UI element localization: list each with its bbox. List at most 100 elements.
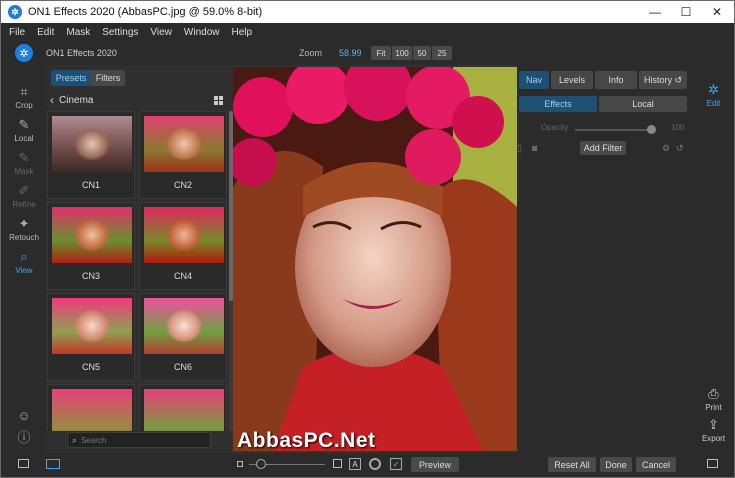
menu-help[interactable]: Help <box>231 27 252 38</box>
brush-icon: ✎ <box>18 117 30 132</box>
user-account-icon[interactable]: ☺ <box>1 409 47 425</box>
preset-thumbnail <box>52 389 132 431</box>
app-icon: ✲ <box>8 5 22 19</box>
tool-mask[interactable]: ✎ Mask <box>1 150 47 177</box>
tab-local[interactable]: Local <box>599 96 687 112</box>
text-overlay-icon[interactable]: A <box>349 458 361 470</box>
presets-grid: CN1 CN2 CN3 CN4 CN5 CN6 <box>47 111 229 431</box>
tool-retouch[interactable]: ✦ Retouch <box>1 216 47 243</box>
opacity-slider[interactable] <box>575 129 655 131</box>
menu-bar: File Edit Mask Settings View Window Help <box>1 23 734 41</box>
tab-nav[interactable]: Nav <box>519 71 549 89</box>
mask-icon[interactable]: ◙ <box>532 143 537 153</box>
menu-view[interactable]: View <box>150 27 172 38</box>
export-button[interactable]: ⇪ Export <box>693 417 734 444</box>
mask-brush-icon: ✎ <box>18 150 30 165</box>
opacity-value: 100 <box>671 123 685 132</box>
preset-cn6[interactable]: CN6 <box>139 293 227 381</box>
photo-canvas[interactable] <box>233 67 517 451</box>
zoom-fit-button[interactable]: Fit <box>371 46 391 60</box>
print-button[interactable]: ⎙ Print <box>693 386 734 413</box>
menu-file[interactable]: File <box>9 27 25 38</box>
help-icon[interactable]: ⓘ <box>1 431 47 447</box>
layout-icon[interactable] <box>46 459 60 469</box>
toggle-left-panel-icon[interactable] <box>18 459 29 468</box>
zoom-100-button[interactable]: 100 <box>392 46 412 60</box>
preset-thumbnail <box>52 116 132 172</box>
preset-cn2[interactable]: CN2 <box>139 111 227 199</box>
tool-view[interactable]: ⌕ View <box>1 249 47 276</box>
close-button[interactable]: ✕ <box>701 1 733 23</box>
search-input[interactable] <box>81 435 192 445</box>
far-right-toolbar: ✲ Edit ⎙ Print ⇪ Export <box>693 65 734 453</box>
gear-icon[interactable]: ⚙ <box>662 143 670 154</box>
menu-window[interactable]: Window <box>184 27 220 38</box>
toggle-right-panel-icon[interactable] <box>707 459 718 468</box>
cancel-button[interactable]: Cancel <box>636 457 676 472</box>
minimize-button[interactable]: — <box>639 1 671 23</box>
preset-cn8[interactable] <box>139 384 227 431</box>
preset-cn4[interactable]: CN4 <box>139 202 227 290</box>
top-toolbar: ✲ ON1 Effects 2020 Zoom 58.99 ⌄ Fit 100 … <box>1 41 734 65</box>
grid-view-icon[interactable] <box>214 96 223 105</box>
search-icon: ⌕ <box>72 434 78 445</box>
mask-view-icon[interactable] <box>369 458 381 470</box>
crop-icon: ⌗ <box>20 84 28 99</box>
preset-thumbnail <box>144 207 224 263</box>
preview-button[interactable]: Preview <box>411 457 459 472</box>
reset-icon[interactable]: ↺ <box>676 143 684 154</box>
preset-cn5[interactable]: CN5 <box>47 293 135 381</box>
search-box[interactable]: ⌕ <box>67 432 211 448</box>
large-size-icon[interactable] <box>333 459 342 468</box>
tab-presets[interactable]: Presets <box>51 70 91 86</box>
printer-icon: ⎙ <box>708 386 719 401</box>
opacity-label: Opacity <box>541 123 569 132</box>
export-icon: ⇪ <box>708 417 719 432</box>
thumbnail-size-slider-handle[interactable] <box>256 459 266 469</box>
on1-logo-icon[interactable]: ✲ <box>15 44 33 62</box>
portrait-image <box>233 67 517 451</box>
edit-module-button[interactable]: ✲ Edit <box>693 82 734 109</box>
compare-icon[interactable]: ✓ <box>390 458 402 470</box>
menu-settings[interactable]: Settings <box>102 27 138 38</box>
title-bar: ✲ ON1 Effects 2020 (AbbasPC.jpg @ 59.0% … <box>1 1 734 23</box>
view-zoom-icon: ⌕ <box>20 249 28 264</box>
tab-info[interactable]: Info <box>595 71 637 89</box>
watermark-text: AbbasPC.Net <box>237 429 376 452</box>
tab-effects[interactable]: Effects <box>519 96 597 112</box>
preset-cn3[interactable]: CN3 <box>47 202 135 290</box>
chevron-down-icon[interactable]: ⌄ <box>351 47 358 56</box>
layer-toggle-icon[interactable]: ▯ <box>517 143 522 154</box>
category-name: Cinema <box>59 94 94 106</box>
zoom-label: Zoom <box>299 48 323 58</box>
tab-history[interactable]: History ↺ <box>639 71 687 89</box>
tab-levels[interactable]: Levels <box>551 71 593 89</box>
presets-panel: Presets Filters ‹ Cinema CN1 CN2 CN3 CN4 <box>47 65 233 453</box>
opacity-slider-handle[interactable] <box>647 125 656 134</box>
preset-thumbnail <box>144 389 224 431</box>
preset-cn7[interactable] <box>47 384 135 431</box>
done-button[interactable]: Done <box>600 457 632 472</box>
maximize-button[interactable]: ☐ <box>670 1 702 23</box>
preset-cn1[interactable]: CN1 <box>47 111 135 199</box>
menu-edit[interactable]: Edit <box>37 27 54 38</box>
bottom-toolbar: A ✓ Preview Reset All Done Cancel <box>1 453 734 477</box>
preset-thumbnail <box>52 298 132 354</box>
reset-all-button[interactable]: Reset All <box>548 457 596 472</box>
add-filter-button[interactable]: Add Filter <box>580 141 626 155</box>
small-size-icon[interactable] <box>237 461 243 467</box>
menu-mask[interactable]: Mask <box>66 27 90 38</box>
gear-edit-icon: ✲ <box>708 82 719 97</box>
zoom-50-button[interactable]: 50 <box>413 46 431 60</box>
tool-local[interactable]: ✎ Local <box>1 117 47 144</box>
breadcrumb[interactable]: ‹ Cinema <box>47 91 233 109</box>
tool-refine[interactable]: ✐ Refine <box>1 184 47 210</box>
tool-crop[interactable]: ⌗ Crop <box>1 84 47 111</box>
preset-thumbnail <box>144 298 224 354</box>
tab-filters[interactable]: Filters <box>91 70 125 86</box>
preset-thumbnail <box>144 116 224 172</box>
chevron-left-icon[interactable]: ‹ <box>50 93 54 107</box>
zoom-25-button[interactable]: 25 <box>432 46 452 60</box>
retouch-icon: ✦ <box>18 216 30 231</box>
history-icon: ↺ <box>674 74 683 85</box>
